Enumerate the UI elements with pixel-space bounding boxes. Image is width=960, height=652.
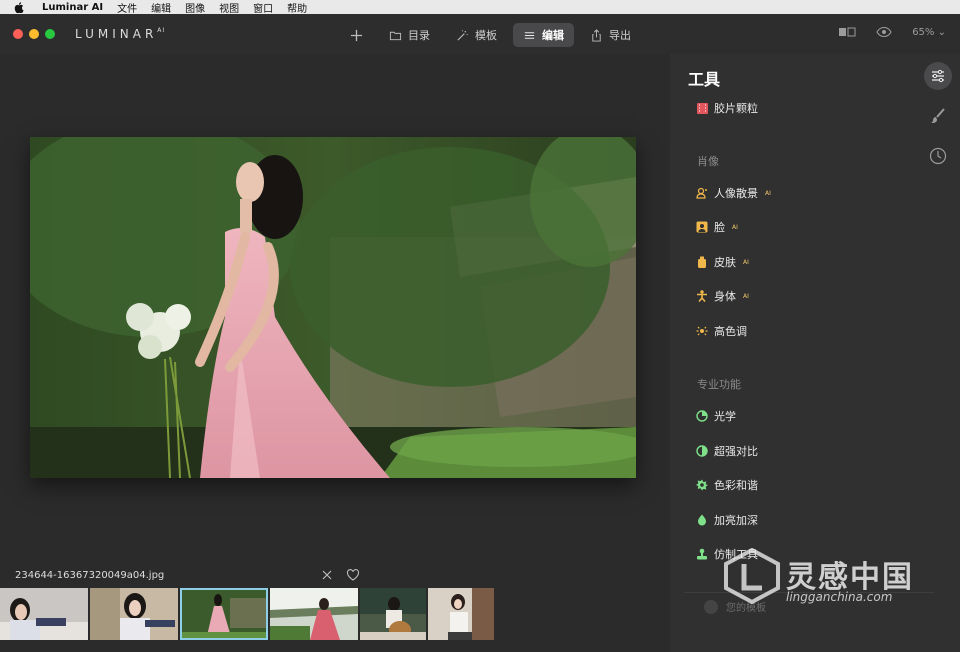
face-icon: [696, 221, 708, 233]
menu-view[interactable]: 视图: [219, 0, 239, 15]
filmstrip-thumbnail[interactable]: [270, 588, 358, 640]
tool-optics[interactable]: 光学: [696, 408, 736, 424]
tab-edit[interactable]: 编辑: [513, 23, 574, 47]
dodge-burn-icon: [696, 514, 708, 526]
skin-icon: [696, 256, 708, 268]
tool-optics-label: 光学: [714, 410, 736, 423]
title-bar: LUMINARAI 目录 模板 编辑 导出 65% ⌄: [0, 14, 960, 54]
plus-icon: [350, 29, 363, 41]
section-portrait: 肖像: [697, 155, 719, 168]
body-icon: [696, 290, 708, 302]
section-professional: 专业功能: [697, 378, 741, 391]
tool-portrait-bokeh[interactable]: 人像散景 AI: [696, 185, 771, 201]
app-logo: LUMINARAI: [75, 27, 166, 41]
main-nav: 目录 模板 编辑 导出: [340, 23, 641, 47]
tool-body-label: 身体: [714, 290, 736, 303]
eye-icon[interactable]: [876, 26, 892, 38]
film-grain-icon: [696, 102, 708, 114]
filmstrip-thumbnail-selected[interactable]: [180, 588, 268, 640]
tool-face[interactable]: 脸 AI: [696, 219, 738, 235]
tab-export-label: 导出: [609, 29, 631, 42]
zoom-dropdown[interactable]: 65% ⌄: [912, 27, 946, 38]
tool-face-label: 脸: [714, 221, 725, 234]
menu-edit[interactable]: 编辑: [151, 0, 171, 15]
filmstrip-thumbnail[interactable]: [90, 588, 178, 640]
reject-icon[interactable]: [320, 568, 334, 582]
tool-skin-label: 皮肤: [714, 256, 736, 269]
menu-window[interactable]: 窗口: [253, 0, 273, 15]
tab-edit-label: 编辑: [542, 29, 564, 42]
tab-export[interactable]: 导出: [580, 23, 641, 47]
brush-tab-button[interactable]: [924, 102, 952, 130]
color-harmony-icon: [696, 479, 708, 491]
contrast-icon: [696, 445, 708, 457]
filmstrip-thumbnail[interactable]: [428, 588, 494, 640]
watermark-logo-icon: [724, 548, 780, 604]
clone-icon: [696, 548, 708, 560]
history-tab-button[interactable]: [924, 142, 952, 170]
compare-icon[interactable]: [838, 26, 856, 38]
magic-wand-icon: [457, 29, 468, 41]
ai-badge: AI: [732, 223, 738, 231]
brush-icon: [931, 108, 945, 123]
minimize-window-button[interactable]: [29, 29, 39, 39]
tool-portrait-bokeh-label: 人像散景: [714, 187, 758, 200]
tab-catalog-label: 目录: [408, 29, 430, 42]
menu-image[interactable]: 图像: [185, 0, 205, 15]
favorite-heart-icon[interactable]: [346, 568, 360, 582]
watermark-url: lingganchina.com: [786, 590, 893, 604]
menu-bar: Luminar AI 文件 编辑 图像 视图 窗口 帮助: [0, 0, 960, 15]
share-icon: [592, 28, 601, 42]
tool-color-harmony-label: 色彩和谐: [714, 479, 758, 492]
ai-badge: AI: [765, 189, 771, 197]
menu-app-name[interactable]: Luminar AI: [42, 2, 103, 13]
zoom-value: 65%: [912, 26, 935, 38]
high-key-icon: [696, 325, 708, 337]
optics-icon: [696, 410, 708, 422]
folder-icon: [389, 31, 402, 40]
site-watermark: 灵感中国 lingganchina.com: [722, 548, 947, 608]
view-controls: 65% ⌄: [838, 26, 946, 38]
add-photos-button[interactable]: [340, 23, 373, 47]
tool-dodge-burn-label: 加亮加深: [714, 514, 758, 527]
file-info-row: 234644-16367320049a04.jpg: [15, 568, 360, 582]
main-photo[interactable]: [30, 137, 636, 478]
window-controls: [13, 29, 55, 39]
image-canvas: 234644-16367320049a04.jpg: [0, 54, 670, 652]
menu-help[interactable]: 帮助: [287, 0, 307, 15]
apple-icon[interactable]: [12, 1, 26, 13]
filmstrip-thumbnail[interactable]: [360, 588, 426, 640]
menu-file[interactable]: 文件: [117, 0, 137, 15]
tool-film-grain-label: 胶片颗粒: [714, 102, 758, 115]
portrait-bokeh-icon: [696, 187, 708, 199]
tool-dodge-burn[interactable]: 加亮加深: [696, 512, 758, 528]
tool-film-grain[interactable]: 胶片颗粒: [696, 100, 758, 116]
close-window-button[interactable]: [13, 29, 23, 39]
tool-high-key[interactable]: 高色调: [696, 323, 747, 339]
tool-color-harmony[interactable]: 色彩和谐: [696, 477, 758, 493]
file-name: 234644-16367320049a04.jpg: [15, 569, 165, 581]
filmstrip: [0, 588, 494, 640]
filmstrip-thumbnail[interactable]: [0, 588, 88, 640]
tool-skin[interactable]: 皮肤 AI: [696, 254, 749, 270]
tool-supercontrast[interactable]: 超强对比: [696, 443, 758, 459]
clock-icon: [929, 147, 947, 165]
ai-badge: AI: [743, 258, 749, 266]
tab-templates-label: 模板: [475, 29, 497, 42]
tab-catalog[interactable]: 目录: [379, 23, 440, 47]
chevron-down-icon: ⌄: [937, 26, 946, 38]
template-avatar-icon: [704, 599, 718, 614]
adjustments-icon: [932, 69, 944, 83]
panel-rail: [924, 62, 952, 170]
tools-tab-button[interactable]: [924, 62, 952, 90]
ai-badge: AI: [743, 292, 749, 300]
tool-body[interactable]: 身体 AI: [696, 288, 749, 304]
zoom-window-button[interactable]: [45, 29, 55, 39]
tool-supercontrast-label: 超强对比: [714, 445, 758, 458]
tab-templates[interactable]: 模板: [446, 23, 507, 47]
tool-high-key-label: 高色调: [714, 325, 747, 338]
sliders-icon: [524, 31, 535, 39]
panel-title: 工具: [688, 70, 721, 89]
